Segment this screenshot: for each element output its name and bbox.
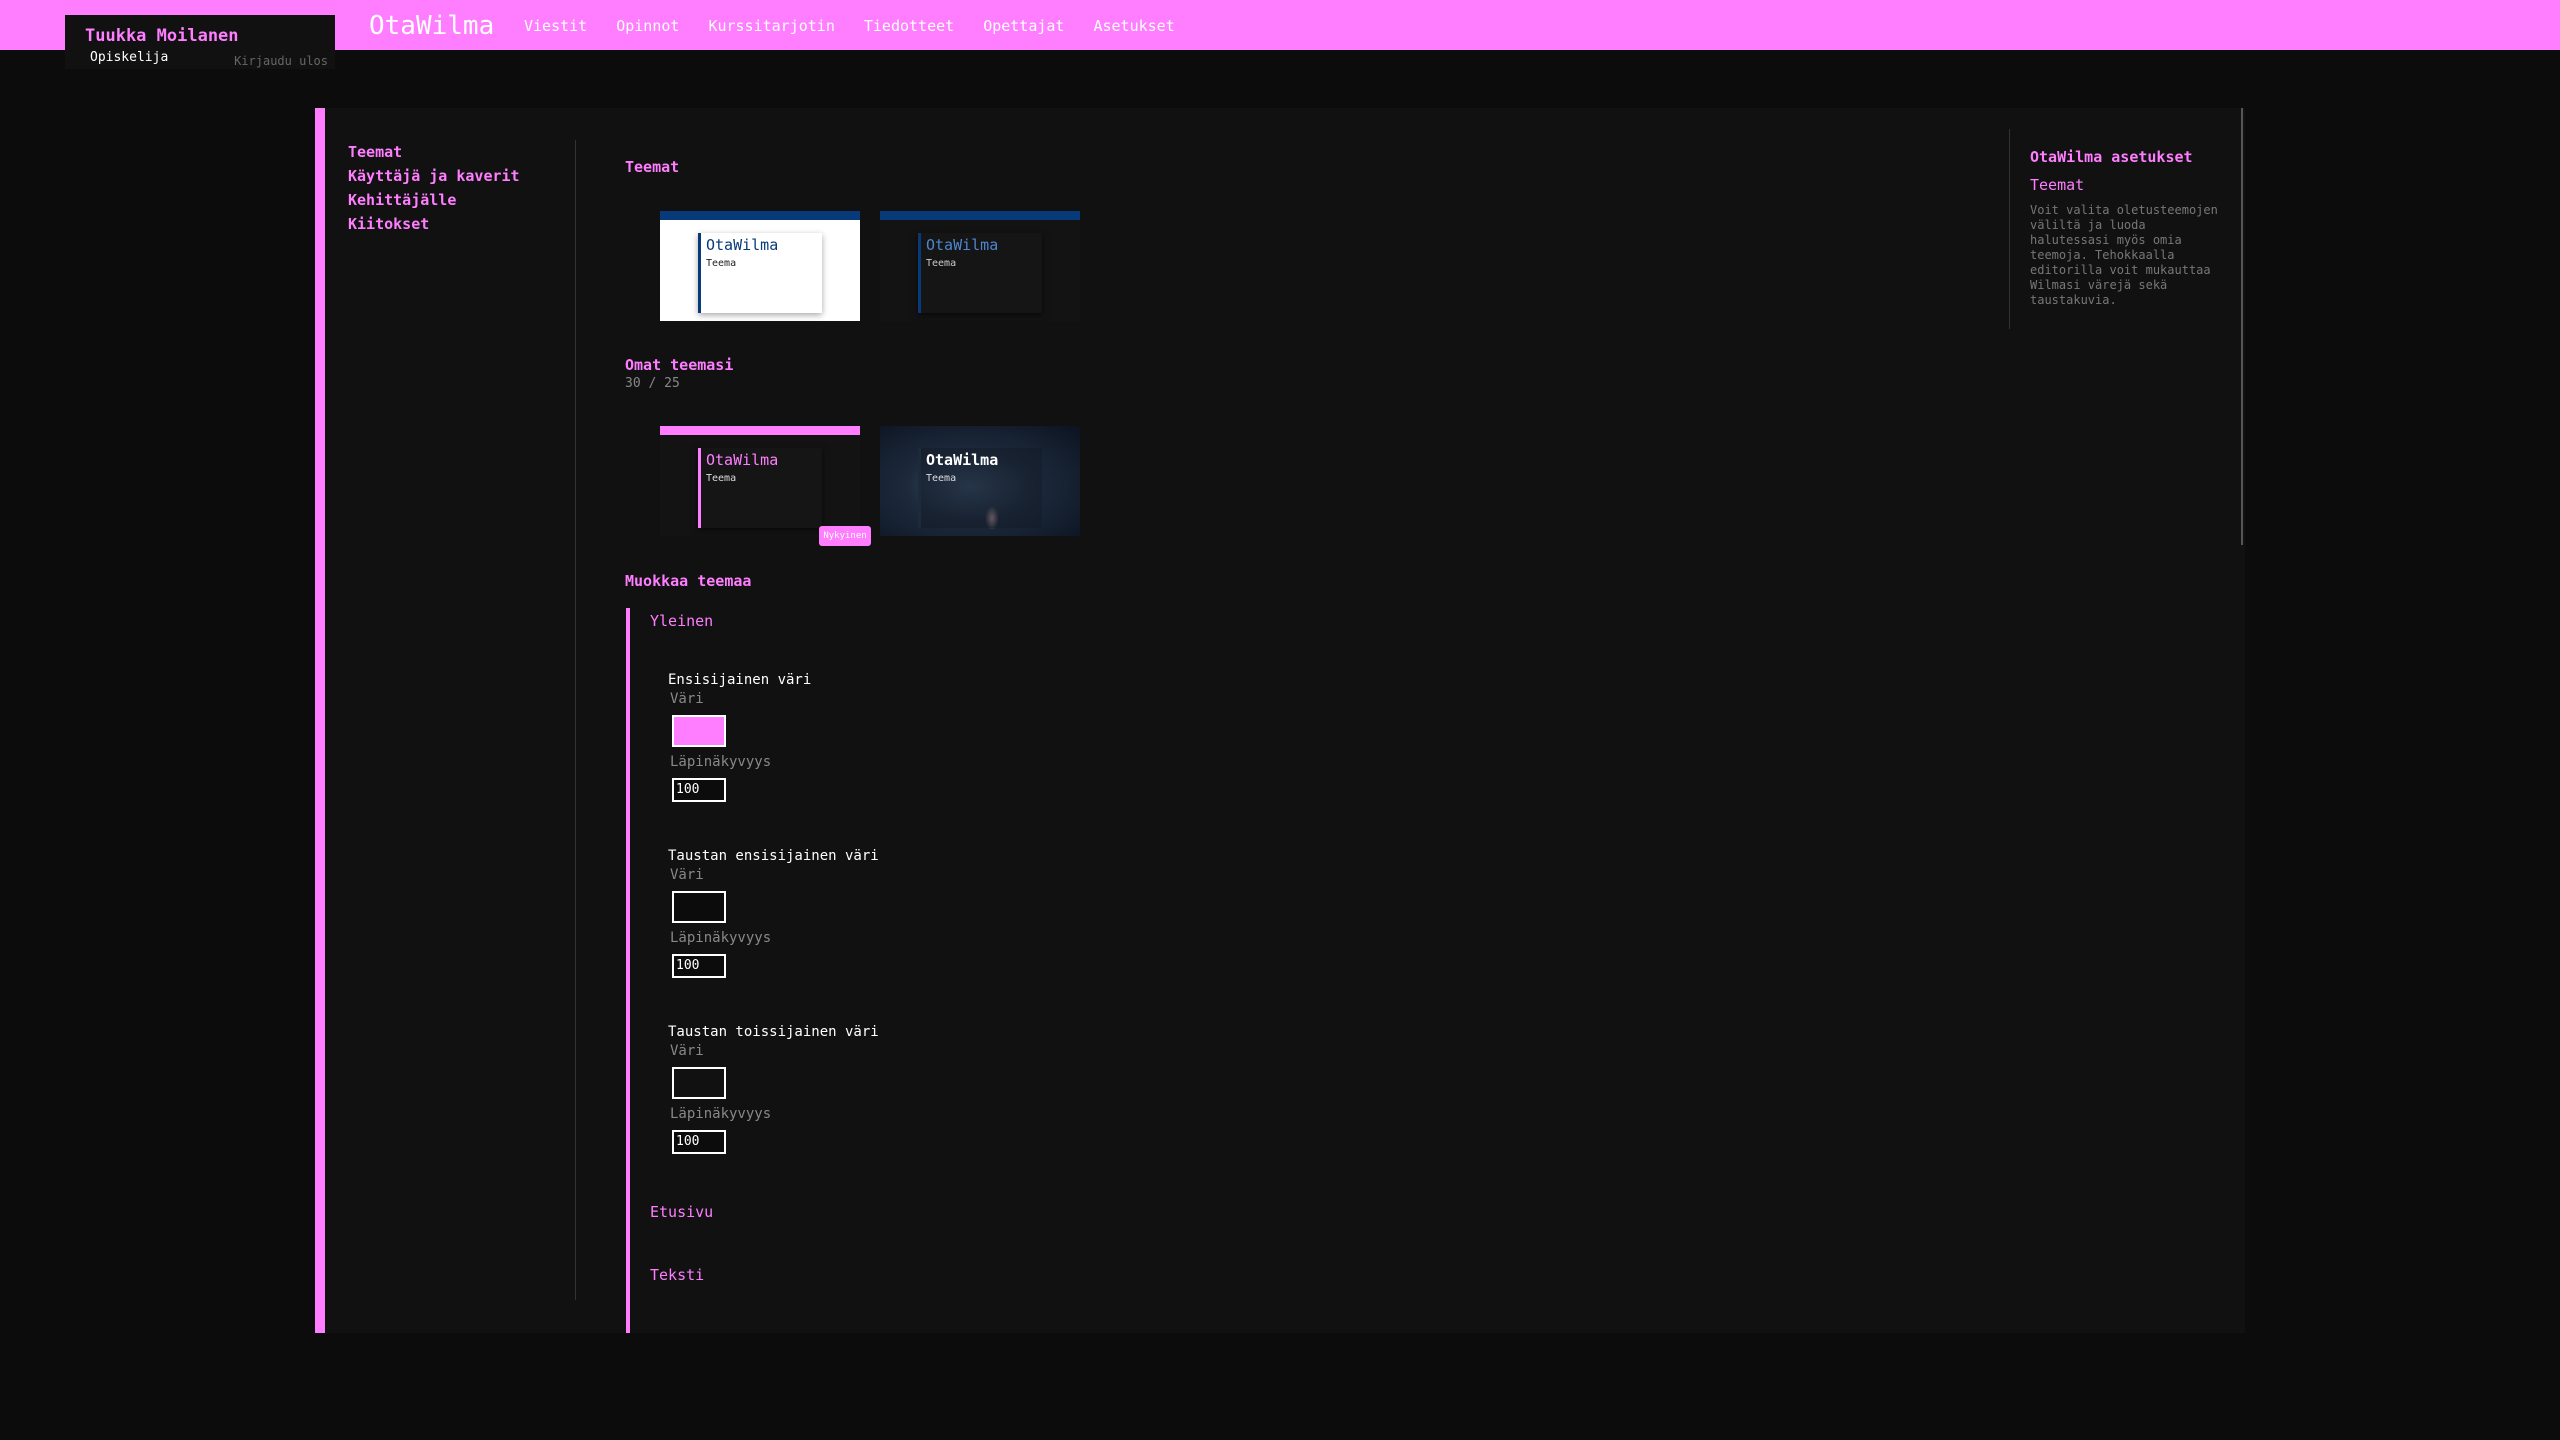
field-primary-opacity-label: Läpinäkyvyys <box>670 754 772 770</box>
theme-card-light[interactable]: OtaWilma Teema <box>660 211 860 321</box>
sidebar-item-teemat[interactable]: Teemat <box>348 140 520 164</box>
user-box: Tuukka Moilanen Opiskelija Kirjaudu ulos <box>65 15 335 69</box>
nav-asetukset[interactable]: Asetukset <box>1093 17 1174 35</box>
sidebar-item-kayttaja[interactable]: Käyttäjä ja kaverit <box>348 164 520 188</box>
group-general[interactable]: Yleinen <box>650 612 713 630</box>
primary-opacity-input[interactable]: 100 <box>672 778 726 802</box>
info-border <box>2241 108 2243 545</box>
theme-card-subtitle: Teema <box>706 473 737 484</box>
bg-secondary-color-swatch[interactable] <box>672 1067 726 1099</box>
theme-card-subtitle: Teema <box>926 473 957 484</box>
field-primary-color-title: Ensisijainen väri <box>668 672 812 688</box>
theme-card-preview: OtaWilma Teema <box>918 233 1042 313</box>
sidebar-divider <box>575 140 576 1300</box>
info-title: OtaWilma asetukset <box>2030 148 2193 166</box>
nav-viestit[interactable]: Viestit <box>524 17 587 35</box>
nav-opinnot[interactable]: Opinnot <box>616 17 679 35</box>
field-bg-secondary-title: Taustan toissijainen väri <box>668 1024 879 1040</box>
user-name: Tuukka Moilanen <box>85 26 239 46</box>
field-bg-primary-opacity-label: Läpinäkyvyys <box>670 930 772 946</box>
themes-title: Teemat <box>625 158 680 176</box>
bg-primary-opacity-input[interactable]: 100 <box>672 954 726 978</box>
theme-card-subtitle: Teema <box>926 258 957 269</box>
sidebar-item-kehittajalle[interactable]: Kehittäjälle <box>348 188 520 212</box>
field-bg-secondary-opacity-label: Läpinäkyvyys <box>670 1106 772 1122</box>
group-frontpage[interactable]: Etusivu <box>650 1203 713 1221</box>
theme-card-title: OtaWilma <box>706 236 779 254</box>
theme-card-bar <box>880 211 1080 220</box>
field-bg-primary-title: Taustan ensisijainen väri <box>668 848 879 864</box>
field-bg-secondary-label: Väri <box>670 1043 704 1059</box>
theme-card-dark[interactable]: OtaWilma Teema <box>880 211 1080 321</box>
own-themes-title: Omat teemasi <box>625 356 734 374</box>
theme-card-pink[interactable]: OtaWilma Teema <box>660 426 860 536</box>
settings-sidebar: Teemat Käyttäjä ja kaverit Kehittäjälle … <box>348 140 520 236</box>
field-bg-primary-label: Väri <box>670 867 704 883</box>
sidebar-item-kiitokset[interactable]: Kiitokset <box>348 212 520 236</box>
theme-card-bar <box>660 426 860 435</box>
theme-card-title: OtaWilma <box>926 236 999 254</box>
edit-theme-title: Muokkaa teemaa <box>625 572 752 590</box>
theme-card-bar <box>660 211 860 220</box>
theme-card-title: OtaWilma <box>706 451 779 469</box>
main-nav: Viestit Opinnot Kurssitarjotin Tiedottee… <box>524 17 1204 35</box>
bg-primary-color-swatch[interactable] <box>672 891 726 923</box>
theme-card-title: OtaWilma <box>926 451 999 469</box>
nav-opettajat[interactable]: Opettajat <box>983 17 1064 35</box>
user-role: Opiskelija <box>90 50 169 65</box>
theme-card-preview: OtaWilma Teema <box>698 233 822 313</box>
nav-kurssitarjotin[interactable]: Kurssitarjotin <box>708 17 834 35</box>
group-text[interactable]: Teksti <box>650 1266 704 1284</box>
theme-card-photo[interactable]: OtaWilma Teema <box>880 426 1080 536</box>
brand-logo[interactable]: OtaWilma <box>369 11 494 41</box>
info-subtitle: Teemat <box>2030 176 2085 194</box>
field-primary-color-label: Väri <box>670 691 704 707</box>
theme-card-preview: OtaWilma Teema <box>918 448 1042 528</box>
bg-secondary-opacity-input[interactable]: 100 <box>672 1130 726 1154</box>
settings-panel: Teemat Käyttäjä ja kaverit Kehittäjälle … <box>315 108 2245 1333</box>
primary-color-swatch[interactable] <box>672 715 726 747</box>
info-text: Voit valita oletusteemojen väliltä ja lu… <box>2030 203 2218 307</box>
logout-link[interactable]: Kirjaudu ulos <box>234 54 328 68</box>
info-divider <box>2009 129 2010 329</box>
nav-tiedotteet[interactable]: Tiedotteet <box>864 17 954 35</box>
editor-border <box>626 608 630 1333</box>
current-theme-badge: Nykyinen <box>819 526 871 546</box>
own-themes-count: 30 / 25 <box>625 376 680 391</box>
theme-card-preview: OtaWilma Teema <box>698 448 822 528</box>
theme-card-subtitle: Teema <box>706 258 737 269</box>
